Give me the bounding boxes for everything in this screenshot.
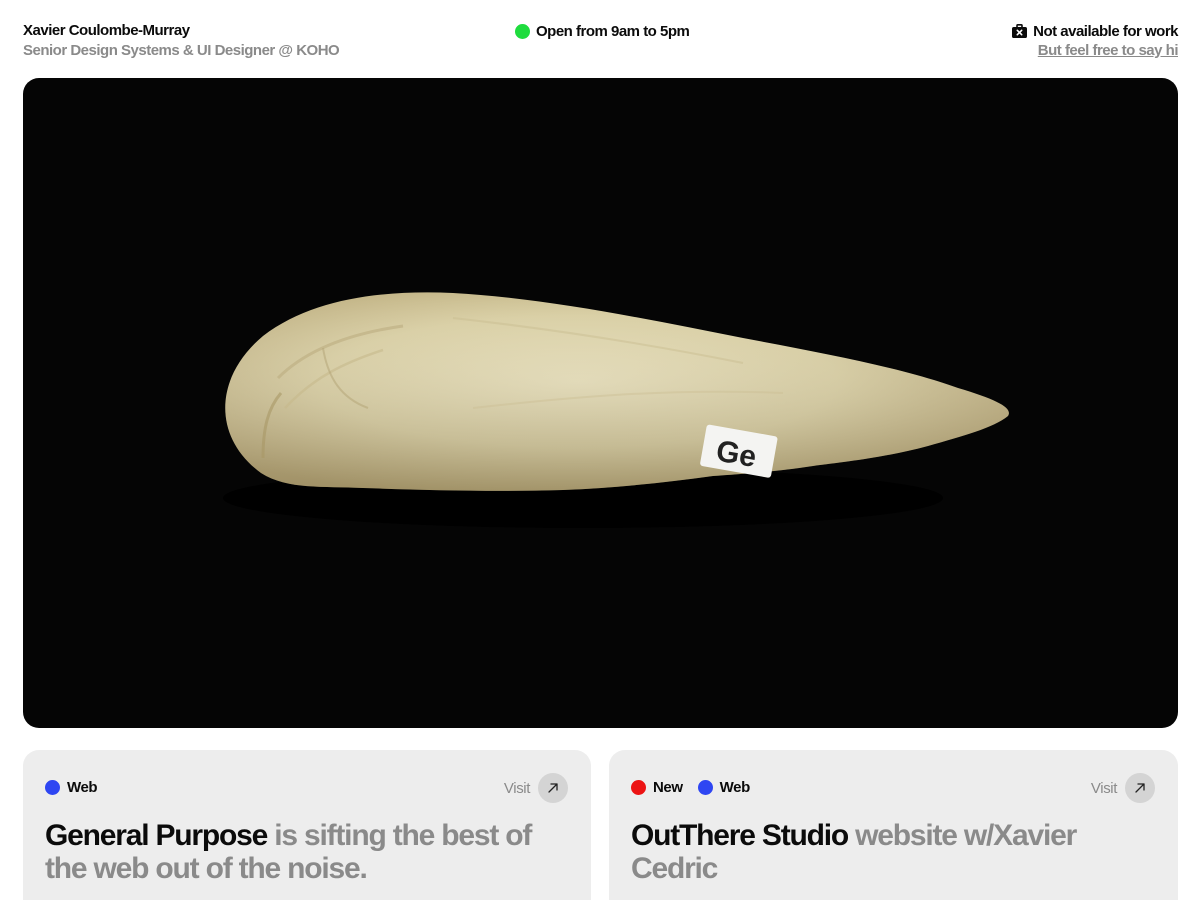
card-title: General Purpose: [45, 819, 268, 852]
tag-label: Web: [67, 778, 98, 796]
project-card-outthere-studio[interactable]: New Web Visit OutThere Studio website w/…: [609, 750, 1178, 900]
card-title: OutThere Studio: [631, 819, 849, 852]
card-tags: Web: [45, 778, 112, 796]
briefcase-x-icon: [1012, 24, 1028, 38]
hours-status: Open from 9am to 5pm: [515, 21, 690, 41]
visit-button[interactable]: Visit: [504, 773, 568, 803]
card-description: OutThere Studio website w/Xavier Cedric: [631, 819, 1160, 885]
visit-label: Visit: [503, 779, 530, 797]
tag-dot-icon: [697, 779, 713, 795]
tag-web: Web: [45, 778, 98, 796]
hero-image: Ge: [23, 78, 1178, 728]
card-description: General Purpose is sifting the best of t…: [45, 819, 573, 885]
visit-button[interactable]: Visit: [1091, 773, 1155, 803]
availability-text: Not available for work: [1033, 22, 1178, 40]
profile-role: Senior Design Systems & UI Designer @ KO…: [23, 42, 340, 59]
tag-label: Web: [719, 778, 751, 796]
page: Xavier Coulombe-Murray Senior Design Sys…: [0, 0, 1200, 900]
tag-new: New: [631, 779, 683, 796]
say-hi-link[interactable]: But feel free to say hi: [1038, 41, 1179, 61]
visit-label: Visit: [1090, 779, 1117, 797]
stone-label-text: Ge: [714, 435, 759, 474]
profile-name: Xavier Coulombe-Murray: [23, 22, 190, 39]
availability-block: Not available for work But feel free to …: [1012, 21, 1179, 61]
tag-web: Web: [697, 778, 751, 796]
tag-dot-icon: [45, 779, 60, 795]
header: Xavier Coulombe-Murray Senior Design Sys…: [23, 21, 1179, 65]
tag-label: New: [653, 778, 683, 796]
arrow-up-right-icon[interactable]: [1125, 773, 1155, 803]
project-card-general-purpose[interactable]: Web Visit General Purpose is sifting the…: [23, 750, 591, 900]
card-tags: New Web: [631, 778, 765, 796]
tag-dot-icon: [631, 779, 646, 795]
arrow-up-right-icon[interactable]: [538, 773, 568, 803]
profile-block: Xavier Coulombe-Murray Senior Design Sys…: [23, 21, 340, 61]
status-dot-icon: [515, 23, 530, 39]
flint-stone-artifact: Ge: [223, 292, 1009, 528]
hours-text: Open from 9am to 5pm: [536, 22, 690, 40]
